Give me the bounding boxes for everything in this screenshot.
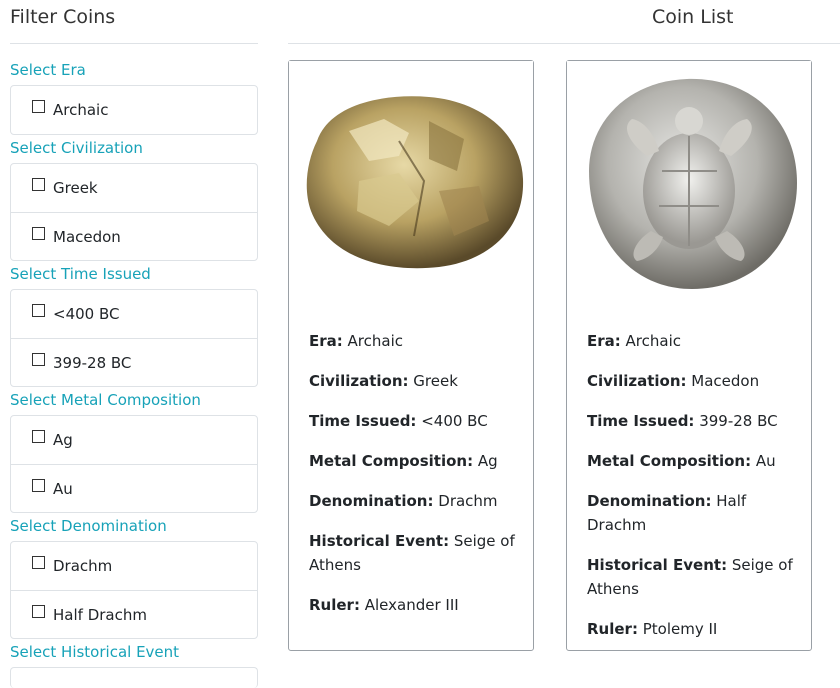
field-civilization: Civilization: Macedon	[587, 372, 760, 390]
checkbox[interactable]	[32, 478, 45, 492]
filter-option-label: Au	[53, 479, 73, 498]
filter-list-era: Archaic	[10, 85, 258, 135]
filter-option-before-400-bc[interactable]: <400 BC	[11, 290, 257, 338]
checkbox[interactable]	[32, 226, 45, 240]
filter-heading-denomination: Select Denomination	[10, 517, 167, 535]
filter-heading-historical-event: Select Historical Event	[10, 643, 180, 661]
checkbox[interactable]	[32, 352, 45, 366]
filter-option-label: Half Drachm	[53, 605, 147, 624]
filter-group-metal-composition: Select Metal Composition Ag Au	[10, 390, 258, 513]
field-civilization: Civilization: Greek	[309, 372, 458, 390]
filter-option-archaic[interactable]: Archaic	[11, 86, 257, 134]
page-title: Coin List	[288, 6, 840, 28]
filter-heading-era: Select Era	[10, 61, 86, 79]
filter-heading-time-issued: Select Time Issued	[10, 265, 151, 283]
field-time-issued: Time Issued: <400 BC	[309, 412, 488, 430]
checkbox[interactable]	[32, 100, 45, 113]
field-ruler: Ruler: Ptolemy II	[587, 620, 718, 638]
filter-option-label: Ag	[53, 431, 73, 449]
field-historical-event: Historical Event: Seige of Athens	[309, 532, 515, 574]
filter-list-historical-event	[10, 667, 258, 688]
filter-option-label: Archaic	[53, 101, 109, 119]
filter-option-399-28-bc[interactable]: 399-28 BC	[11, 338, 257, 386]
coin-details: Era: Archaic Civilization: Macedon Time …	[587, 329, 797, 657]
field-denomination: Denomination: Drachm	[309, 492, 498, 510]
field-era: Era: Archaic	[587, 332, 682, 350]
checkbox[interactable]	[32, 604, 45, 618]
filter-group-time-issued: Select Time Issued <400 BC 399-28 BC	[10, 264, 258, 387]
filter-option-greek[interactable]: Greek	[11, 164, 257, 212]
filter-list-denomination: Drachm Half Drachm	[10, 541, 258, 639]
filter-heading-metal-composition: Select Metal Composition	[10, 391, 201, 409]
sidebar-title: Filter Coins	[10, 6, 116, 28]
filter-option-drachm[interactable]: Drachm	[11, 542, 257, 590]
filter-option-label: 399-28 BC	[53, 353, 132, 372]
checkbox[interactable]	[32, 178, 45, 191]
sidebar-divider	[10, 43, 258, 44]
filter-option-label: Macedon	[53, 227, 121, 246]
main-divider	[288, 43, 840, 44]
filter-option-au[interactable]: Au	[11, 464, 257, 512]
filter-list-metal-composition: Ag Au	[10, 415, 258, 513]
filter-group-civilization: Select Civilization Greek Macedon	[10, 138, 258, 261]
filter-option-label: <400 BC	[53, 305, 120, 323]
page-title-text: Coin List	[652, 6, 734, 28]
field-era: Era: Archaic	[309, 332, 404, 350]
field-metal-composition: Metal Composition: Ag	[309, 452, 498, 470]
filter-group-era: Select Era Archaic	[10, 60, 258, 135]
filter-list-time-issued: <400 BC 399-28 BC	[10, 289, 258, 387]
filter-option-label: Greek	[53, 179, 98, 197]
silver-turtle-coin-icon	[567, 61, 811, 305]
coin-card: Era: Archaic Civilization: Macedon Time …	[566, 60, 812, 651]
field-metal-composition: Metal Composition: Au	[587, 452, 776, 470]
checkbox[interactable]	[32, 556, 45, 569]
field-historical-event: Historical Event: Seige of Athens	[587, 556, 793, 598]
field-denomination: Denomination: Half Drachm	[587, 492, 747, 534]
filter-option-half-drachm[interactable]: Half Drachm	[11, 590, 257, 638]
filter-option-ag[interactable]: Ag	[11, 416, 257, 464]
checkbox[interactable]	[32, 304, 45, 317]
filter-sidebar: Filter Coins Select Era Archaic Select C…	[0, 0, 270, 688]
filter-option-macedon[interactable]: Macedon	[11, 212, 257, 260]
coin-card: Era: Archaic Civilization: Greek Time Is…	[288, 60, 534, 651]
gold-lump-coin-icon	[289, 61, 533, 305]
field-ruler: Ruler: Alexander III	[309, 596, 459, 614]
filter-option-label: Drachm	[53, 557, 113, 575]
checkbox[interactable]	[32, 430, 45, 443]
coin-details: Era: Archaic Civilization: Greek Time Is…	[309, 329, 519, 633]
filter-group-historical-event: Select Historical Event	[10, 642, 258, 688]
field-time-issued: Time Issued: 399-28 BC	[587, 412, 778, 430]
filter-group-denomination: Select Denomination Drachm Half Drachm	[10, 516, 258, 639]
filter-heading-civilization: Select Civilization	[10, 139, 143, 157]
filter-list-civilization: Greek Macedon	[10, 163, 258, 261]
